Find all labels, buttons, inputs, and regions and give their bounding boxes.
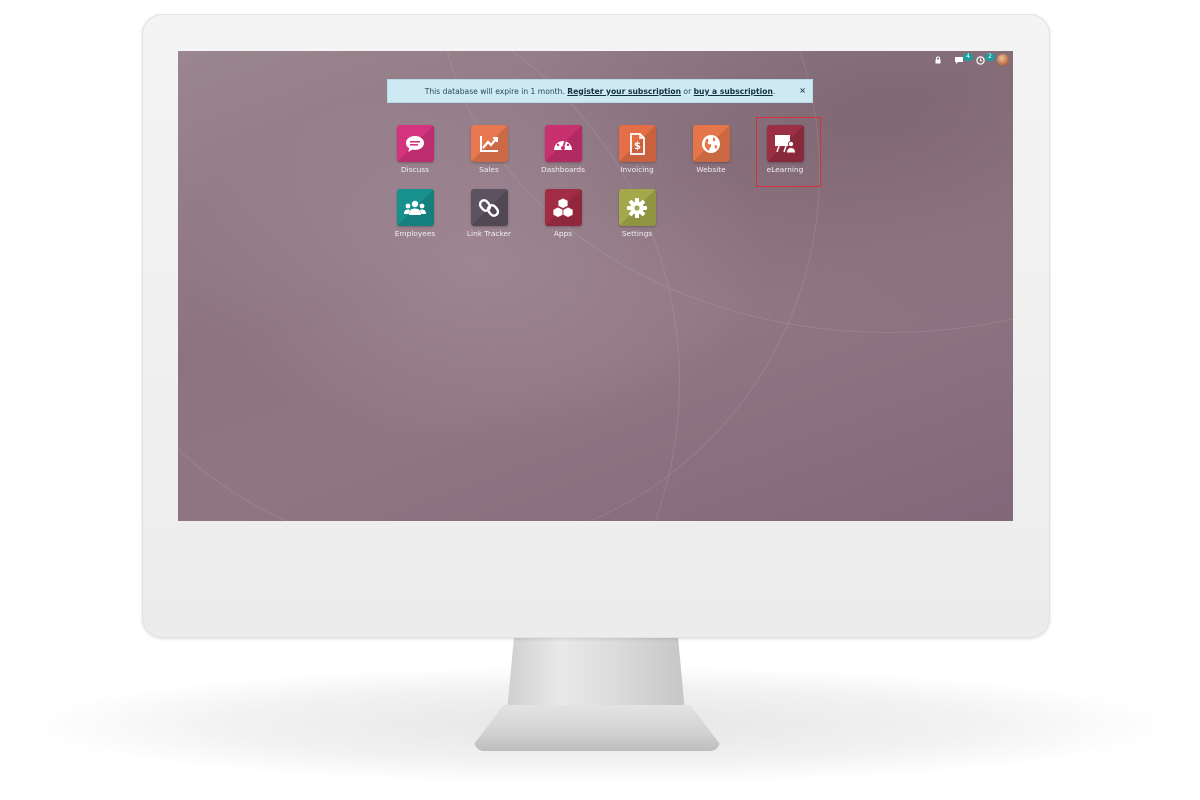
app-tile xyxy=(470,189,508,226)
app-settings[interactable]: Settings xyxy=(607,189,667,247)
systray-messages[interactable]: 4 xyxy=(954,52,973,65)
app-tile xyxy=(396,125,434,162)
app-label: Link Tracker xyxy=(466,229,512,238)
presentation-user-icon xyxy=(775,134,797,153)
app-sales[interactable]: Sales xyxy=(459,125,519,183)
app-dashboards[interactable]: Dashboards xyxy=(533,125,593,183)
messages-badge: 4 xyxy=(963,52,973,61)
app-label: Settings xyxy=(621,229,653,238)
banner-or-text: or xyxy=(683,86,692,96)
people-group-icon xyxy=(404,200,426,215)
buy-subscription-link[interactable]: buy a subscription xyxy=(694,87,773,96)
app-label: Website xyxy=(696,165,726,174)
app-website[interactable]: Website xyxy=(681,125,741,183)
cubes-icon xyxy=(552,197,574,218)
app-tile xyxy=(470,125,508,162)
app-label: Invoicing xyxy=(620,165,654,174)
systray: 4 2 xyxy=(934,51,1013,69)
app-tile xyxy=(544,189,582,226)
app-label: Sales xyxy=(479,165,499,174)
app-tile xyxy=(396,189,434,226)
banner-close-button[interactable]: × xyxy=(799,86,806,95)
app-tile xyxy=(618,189,656,226)
globe-icon xyxy=(702,134,720,153)
app-tile xyxy=(692,125,730,162)
clock-icon xyxy=(976,55,985,65)
user-avatar[interactable] xyxy=(997,54,1009,66)
invoice-dollar-icon: $ xyxy=(630,132,645,155)
app-label: Discuss xyxy=(400,165,430,174)
svg-text:$: $ xyxy=(634,141,641,152)
app-discuss[interactable]: Discuss xyxy=(385,125,445,183)
chat-bubble-icon xyxy=(406,135,424,152)
gear-icon xyxy=(627,197,647,218)
app-tile: $ xyxy=(618,125,656,162)
trend-chart-icon xyxy=(480,135,498,152)
lock-icon xyxy=(935,56,941,64)
monitor-stand-base xyxy=(474,705,720,751)
activities-badge: 2 xyxy=(985,52,995,61)
expiration-banner: This database will expire in 1 month. Re… xyxy=(387,79,813,103)
app-tile xyxy=(544,125,582,162)
app-employees[interactable]: Employees xyxy=(385,189,445,247)
banner-text: This database will expire in 1 month. xyxy=(424,86,565,96)
app-label: Apps xyxy=(553,229,573,238)
app-invoicing[interactable]: $ Invoicing xyxy=(607,125,667,183)
systray-lock[interactable] xyxy=(934,56,942,64)
monitor-stand-neck xyxy=(507,636,685,712)
app-link-tracker[interactable]: Link Tracker xyxy=(459,189,519,247)
app-label: Dashboards xyxy=(541,165,585,174)
gauge-icon xyxy=(554,138,572,150)
systray-activities[interactable]: 2 xyxy=(976,52,995,65)
banner-period: . xyxy=(772,86,776,96)
register-subscription-link[interactable]: Register your subscription xyxy=(567,87,681,96)
monitor-screen: 4 2 This database will expire in 1 month… xyxy=(178,51,1013,521)
chain-link-icon xyxy=(478,198,500,217)
app-label: Employees xyxy=(394,229,436,238)
app-apps[interactable]: Apps xyxy=(533,189,593,247)
